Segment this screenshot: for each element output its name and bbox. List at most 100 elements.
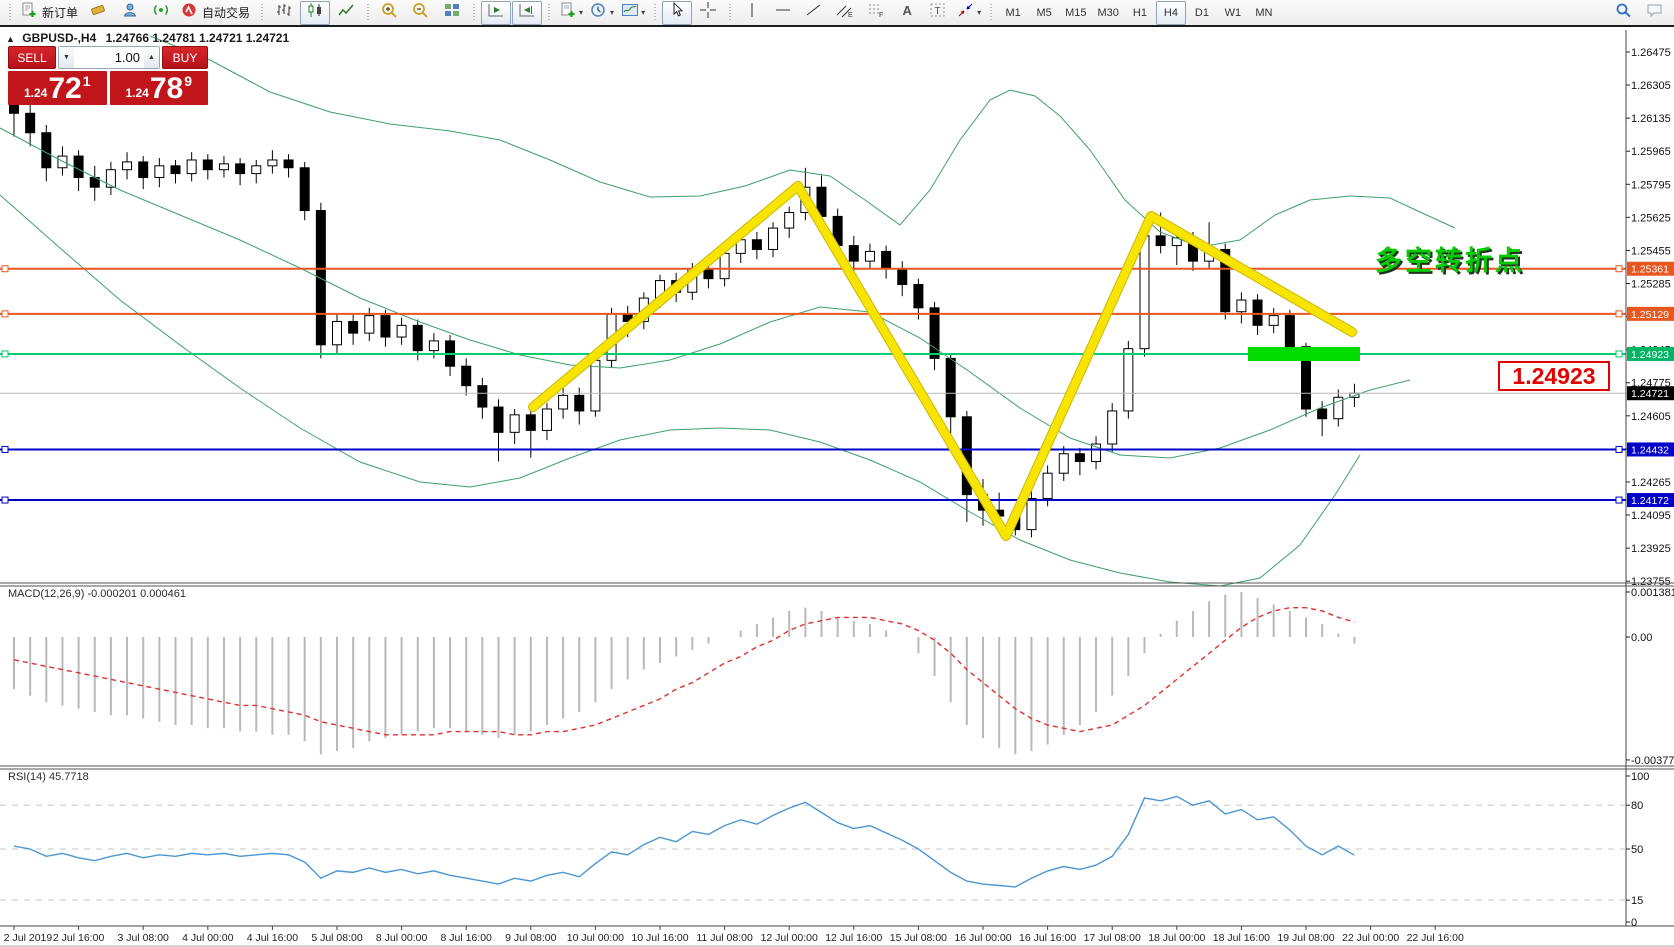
volume-input[interactable] [74, 47, 144, 68]
svg-text:-0.003771: -0.003771 [1631, 755, 1674, 767]
chart-shift-button[interactable] [512, 1, 542, 25]
community-button[interactable] [115, 1, 145, 25]
chart-title: ▲ GBPUSD-,H4 1.24766 1.24781 1.24721 1.2… [6, 31, 289, 45]
svg-text:2 Jul 16:00: 2 Jul 16:00 [53, 932, 105, 944]
svg-text:3 Jul 08:00: 3 Jul 08:00 [118, 932, 170, 944]
svg-text:1.24432: 1.24432 [1631, 444, 1669, 456]
cursor-button[interactable] [662, 1, 692, 25]
signal-icon [152, 2, 170, 23]
toolbar-grip[interactable] [546, 4, 552, 22]
fibonacci-button[interactable]: F [861, 1, 891, 25]
periods-button[interactable]: ▾ [587, 1, 617, 25]
toolbar-grip[interactable] [727, 4, 733, 22]
zoom-out-button[interactable] [406, 1, 436, 25]
cursor-icon [668, 2, 686, 23]
rsi-indicator-label: RSI(14) 45.7718 [8, 771, 89, 783]
trendline-button[interactable] [799, 1, 829, 25]
svg-text:E: E [848, 12, 853, 18]
svg-text:16 Jul 16:00: 16 Jul 16:00 [1019, 932, 1076, 944]
svg-text:F: F [879, 12, 883, 18]
chevron-down-icon: ▾ [579, 9, 583, 17]
turning-point-annotation[interactable]: 多空转折点 [1375, 239, 1525, 278]
svg-text:1.25455: 1.25455 [1631, 245, 1671, 257]
arrows-button[interactable]: ▾ [954, 1, 984, 25]
candlestick-chart-button[interactable] [300, 1, 330, 25]
line-chart-button[interactable] [331, 1, 361, 25]
price-callout-box[interactable]: 1.24923 [1498, 361, 1610, 391]
toolbar-grip[interactable] [652, 4, 658, 22]
toolbar-grip[interactable] [365, 4, 371, 22]
svg-text:80: 80 [1631, 800, 1643, 812]
toolbar-grip[interactable] [471, 4, 477, 22]
chat-button[interactable] [1640, 1, 1670, 25]
zoom-out-icon [412, 2, 430, 23]
buy-price-display[interactable]: 1.24 78 9 [110, 71, 209, 105]
crosshair-icon [699, 2, 717, 23]
svg-text:12 Jul 00:00: 12 Jul 00:00 [761, 932, 818, 944]
svg-text:1.26305: 1.26305 [1631, 80, 1671, 92]
zoom-in-button[interactable] [375, 1, 405, 25]
auto-trading-label: 自动交易 [200, 4, 252, 21]
svg-text:1.26135: 1.26135 [1631, 113, 1671, 125]
line-chart-icon [337, 2, 355, 23]
crosshair-button[interactable] [693, 1, 723, 25]
auto-scroll-button[interactable] [481, 1, 511, 25]
sell-price-display[interactable]: 1.24 72 1 [8, 71, 107, 105]
svg-text:0.001381: 0.001381 [1631, 587, 1674, 599]
new-order-button[interactable]: 新订单 [17, 1, 83, 25]
vertical-line-button[interactable] [737, 1, 767, 25]
svg-text:1.25795: 1.25795 [1631, 179, 1671, 191]
chat-icon [1646, 2, 1664, 23]
new-order-label: 新订单 [40, 4, 80, 21]
buy-button[interactable]: BUY [162, 46, 208, 69]
timeframe-mn-button[interactable]: MN [1249, 1, 1279, 25]
symbol-title: GBPUSD-,H4 [22, 31, 96, 45]
text-button[interactable]: A [892, 1, 922, 25]
toolbar-grip[interactable] [259, 4, 265, 22]
signals-button[interactable] [146, 1, 176, 25]
timeframe-m15-button[interactable]: M15 [1060, 1, 1091, 25]
volume-decrease-button[interactable]: ▼ [59, 47, 74, 68]
timeframe-w1-button[interactable]: W1 [1218, 1, 1248, 25]
volume-increase-button[interactable]: ▲ [144, 47, 159, 68]
metaeditor-button[interactable] [84, 1, 114, 25]
svg-text:1.24923: 1.24923 [1631, 349, 1669, 361]
timeframe-h4-button[interactable]: H4 [1156, 1, 1186, 25]
svg-text:100: 100 [1631, 771, 1649, 783]
templates-button[interactable]: ▾ [618, 1, 648, 25]
auto-trading-button[interactable]: 自动交易 [177, 1, 255, 25]
timeframe-m1-button[interactable]: M1 [998, 1, 1028, 25]
svg-text:1.25129: 1.25129 [1631, 309, 1669, 321]
timeframe-m5-button[interactable]: M5 [1029, 1, 1059, 25]
timeframe-d1-button[interactable]: D1 [1187, 1, 1217, 25]
collapse-arrow-icon[interactable]: ▲ [6, 34, 15, 44]
timeframe-m30-button[interactable]: M30 [1093, 1, 1124, 25]
svg-text:1.26475: 1.26475 [1631, 47, 1671, 59]
sell-button[interactable]: SELL [8, 46, 56, 69]
search-button[interactable] [1609, 1, 1639, 25]
svg-text:8 Jul 16:00: 8 Jul 16:00 [441, 932, 493, 944]
horizontal-line-button[interactable] [768, 1, 798, 25]
svg-text:4 Jul 16:00: 4 Jul 16:00 [247, 932, 299, 944]
chart-shift-icon [518, 2, 536, 23]
chevron-down-icon: ▾ [977, 9, 981, 17]
chart-window[interactable]: 1.264751.263051.261351.259651.257951.256… [0, 27, 1674, 947]
bar-chart-icon [275, 2, 293, 23]
price-chart-canvas[interactable]: 1.264751.263051.261351.259651.257951.256… [0, 27, 1674, 947]
tile-windows-button[interactable] [437, 1, 467, 25]
label-button[interactable]: T [923, 1, 953, 25]
svg-text:10 Jul 00:00: 10 Jul 00:00 [567, 932, 624, 944]
toolbar-grip[interactable] [988, 4, 994, 22]
zoom-in-icon [381, 2, 399, 23]
bar-chart-button[interactable] [269, 1, 299, 25]
toolbar-grip[interactable] [7, 4, 13, 22]
svg-text:2 Jul 2019: 2 Jul 2019 [4, 932, 53, 944]
chevron-down-icon: ▾ [641, 9, 645, 17]
svg-text:18 Jul 16:00: 18 Jul 16:00 [1213, 932, 1270, 944]
macd-pane: 0.001381 0.00 -0.003771 [14, 587, 1674, 767]
indicators-button[interactable]: ▾ [556, 1, 586, 25]
timeframe-h1-button[interactable]: H1 [1125, 1, 1155, 25]
svg-text:0.00: 0.00 [1631, 632, 1652, 644]
svg-text:1.24265: 1.24265 [1631, 477, 1671, 489]
channel-button[interactable]: E [830, 1, 860, 25]
